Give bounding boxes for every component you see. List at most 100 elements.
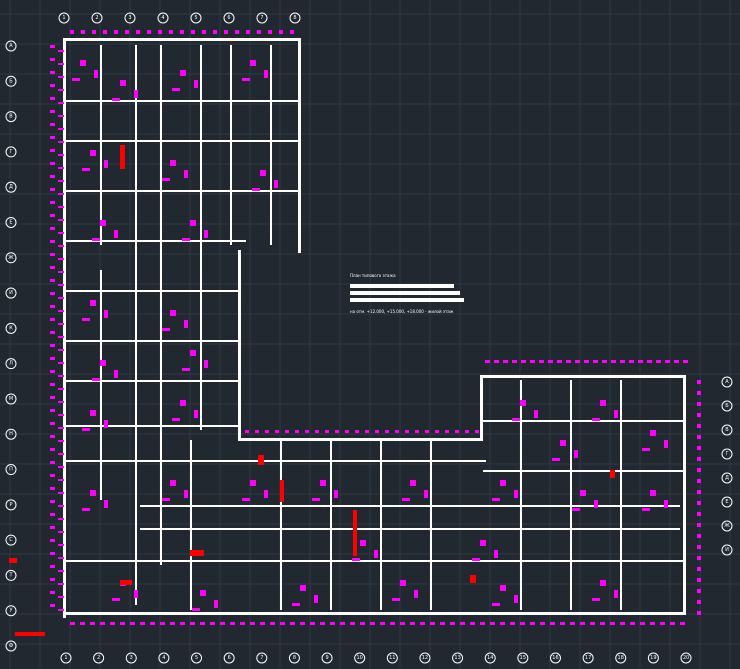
axis-bubble: 20 [680, 652, 692, 664]
axis-bubble: 12 [419, 652, 431, 664]
axis-bubble: В [5, 111, 17, 123]
axis-bubble: Р [5, 499, 17, 511]
axis-bubble: 5 [191, 652, 203, 664]
axis-bubble: 9 [321, 652, 333, 664]
axis-label: А [725, 379, 729, 385]
corridor-vertical-wall-a [135, 45, 137, 605]
corridor-horizontal-wall-b [140, 528, 680, 530]
axis-label: 8 [293, 655, 296, 661]
axis-label: 6 [228, 655, 231, 661]
axis-label: 7 [260, 655, 263, 661]
axis-label: В [9, 114, 13, 120]
axis-bubble: 7 [256, 12, 268, 24]
axis-label: Ж [724, 523, 730, 529]
axis-label: 7 [260, 15, 263, 21]
axis-bubble: С [5, 534, 17, 546]
axis-bubble: Г [5, 146, 17, 158]
axis-label: 8 [293, 15, 296, 21]
axis-label: 6 [227, 15, 230, 21]
axis-label: П [9, 467, 13, 473]
axis-bubble: 6 [223, 12, 235, 24]
axis-bubble: И [5, 287, 17, 299]
axis-bubble: Д [5, 181, 17, 193]
axis-label: Г [9, 149, 12, 155]
axis-label: Г [725, 451, 728, 457]
axis-label: Б [725, 403, 729, 409]
axis-label: У [9, 608, 12, 614]
axis-bubble: 13 [452, 652, 464, 664]
axis-label: К [9, 325, 13, 331]
axis-label: Д [725, 475, 729, 481]
wall-inner-corner-horizontal [238, 438, 483, 441]
axis-label: Ж [8, 255, 14, 261]
axis-label: Е [725, 499, 728, 505]
axis-bubble: 19 [647, 652, 659, 664]
axis-label: 20 [683, 655, 689, 661]
axis-label: Л [9, 361, 13, 367]
axis-label: Н [9, 431, 13, 437]
axis-label: 1 [64, 655, 67, 661]
axis-label: 19 [650, 655, 656, 661]
axis-label: Т [8, 572, 13, 578]
axis-label: И [9, 290, 13, 296]
axis-label: 12 [422, 655, 428, 661]
axis-label: 5 [195, 655, 198, 661]
axis-bubble: П [5, 464, 17, 476]
axis-label: 9 [325, 655, 328, 661]
wall-top-outer [63, 38, 301, 41]
axis-bubble: К [5, 322, 17, 334]
floor-plan[interactable] [9, 30, 701, 636]
axis-bubble: 5 [190, 12, 202, 24]
axis-label: Е [9, 219, 12, 225]
bottom-axis-bubbles: 1 2 3 4 5 6 7 8 9 10 11 12 13 14 15 16 17 18 19 20 [60, 652, 692, 664]
axis-label: Д [9, 184, 13, 190]
wall-upper-right-outer [298, 38, 301, 253]
axis-bubble: М [5, 393, 17, 405]
drawing-canvas[interactable]: 12345678 АБВГДЕЖИКЛМНПРСТУФ 1 2 3 4 5 6 7 8 9 10 1… [0, 0, 740, 669]
axis-label: 14 [487, 655, 493, 661]
axis-bubble: Л [5, 358, 17, 370]
axis-bubble: Т [5, 569, 17, 581]
axis-bubble: Ж [5, 252, 17, 264]
axis-label: С [9, 537, 13, 543]
axis-bubble: Б [5, 75, 17, 87]
axis-label: 15 [520, 655, 526, 661]
axis-bubble: А [5, 40, 17, 52]
axis-bubble: 6 [223, 652, 235, 664]
axis-bubble: 8 [289, 12, 301, 24]
axis-label: 3 [130, 655, 133, 661]
axis-bubble: 11 [386, 652, 398, 664]
axis-bubble: 2 [93, 652, 105, 664]
axis-bubble: 18 [615, 652, 627, 664]
axis-label: 5 [194, 15, 197, 21]
wall-inner-corner-vertical [238, 250, 241, 440]
axis-bubble: 7 [256, 652, 268, 664]
wall-east-wing-top [480, 375, 685, 378]
note-bar [350, 298, 464, 302]
note-bar [350, 284, 454, 288]
wall-east-wing-end [683, 375, 686, 615]
axis-bubble: 16 [549, 652, 561, 664]
axis-label: А [9, 43, 13, 49]
axis-label: Р [9, 502, 12, 508]
axis-label: 1 [62, 15, 65, 21]
axis-label: 18 [618, 655, 624, 661]
axis-label: 17 [585, 655, 591, 661]
axis-label: 13 [454, 655, 460, 661]
axis-label: 2 [95, 15, 98, 21]
axis-label: 2 [97, 655, 100, 661]
dimension-marks [50, 30, 701, 625]
room-partitions [66, 45, 686, 610]
axis-label: 16 [552, 655, 558, 661]
axis-label: В [725, 427, 729, 433]
axis-bubble: 1 [58, 12, 70, 24]
axis-bubble: 8 [288, 652, 300, 664]
wall-east-wing-top-step [480, 375, 483, 440]
corridor-vertical-wall-b [160, 45, 162, 565]
axis-label: М [9, 396, 13, 402]
axis-label: И [725, 547, 729, 553]
axis-label: Б [9, 78, 13, 84]
axis-bubble: Е [5, 216, 17, 228]
axis-label: 10 [356, 655, 362, 661]
drawing-caption: на отм. +12.000, +15.000, +18.000 - жило… [350, 309, 454, 314]
